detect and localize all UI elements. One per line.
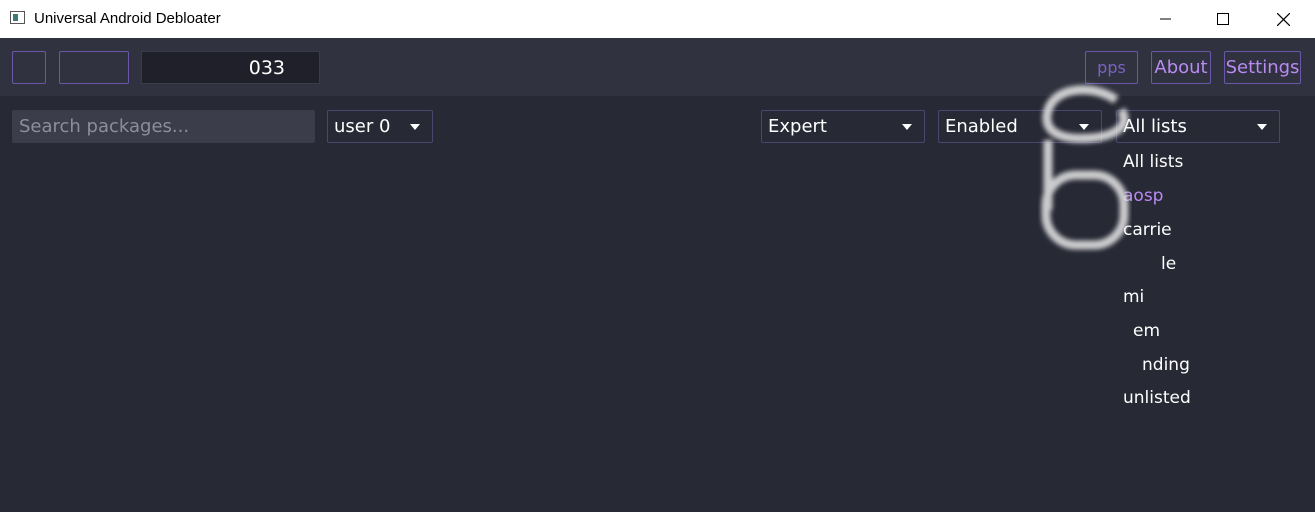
dropdown-item-pending[interactable]: nding xyxy=(1142,355,1190,375)
state-select[interactable]: Enabled xyxy=(938,110,1102,143)
chevron-down-icon xyxy=(1079,124,1089,130)
close-button[interactable] xyxy=(1260,0,1306,38)
chevron-down-icon xyxy=(410,124,420,130)
dropdown-item-aosp[interactable]: aosp xyxy=(1123,186,1163,206)
dropdown-item-unlisted[interactable]: unlisted xyxy=(1123,388,1191,408)
device-selector[interactable]: 033 xyxy=(141,51,320,84)
list-select[interactable]: All lists xyxy=(1116,110,1280,143)
about-button-label: About xyxy=(1154,57,1208,78)
settings-button-label: Settings xyxy=(1225,57,1300,78)
apps-button-label: pps xyxy=(1097,58,1126,77)
dropdown-item-google[interactable]: le xyxy=(1161,254,1176,274)
removal-select[interactable]: Expert xyxy=(761,110,925,143)
chevron-down-icon xyxy=(902,124,912,130)
dropdown-item-carrier[interactable]: carrie xyxy=(1123,220,1172,240)
about-button[interactable]: About xyxy=(1151,51,1211,84)
dropdown-item-oem[interactable]: em xyxy=(1133,321,1160,341)
refresh-button[interactable] xyxy=(12,51,46,84)
minimize-button[interactable] xyxy=(1143,0,1189,38)
app-icon xyxy=(10,11,25,24)
window-titlebar: Universal Android Debloater xyxy=(0,0,1315,38)
dropdown-item-all-lists[interactable]: All lists xyxy=(1123,152,1183,172)
chevron-down-icon xyxy=(1257,124,1267,130)
search-input[interactable] xyxy=(12,110,315,143)
minimize-icon xyxy=(1160,18,1171,20)
settings-button[interactable]: Settings xyxy=(1224,51,1301,84)
close-icon xyxy=(1276,12,1290,26)
maximize-icon xyxy=(1217,13,1229,25)
removal-select-value: Expert xyxy=(768,116,827,137)
window-title: Universal Android Debloater xyxy=(34,10,221,27)
apps-button[interactable]: pps xyxy=(1085,51,1138,84)
top-toolbar: 033 pps About Settings xyxy=(0,38,1315,96)
state-select-value: Enabled xyxy=(945,116,1018,137)
maximize-button[interactable] xyxy=(1200,0,1246,38)
user-select-value: user 0 xyxy=(334,116,391,137)
dropdown-item-misc[interactable]: mi xyxy=(1123,287,1144,307)
reboot-button[interactable] xyxy=(59,51,129,84)
user-select[interactable]: user 0 xyxy=(327,110,433,143)
list-select-value: All lists xyxy=(1123,116,1187,137)
